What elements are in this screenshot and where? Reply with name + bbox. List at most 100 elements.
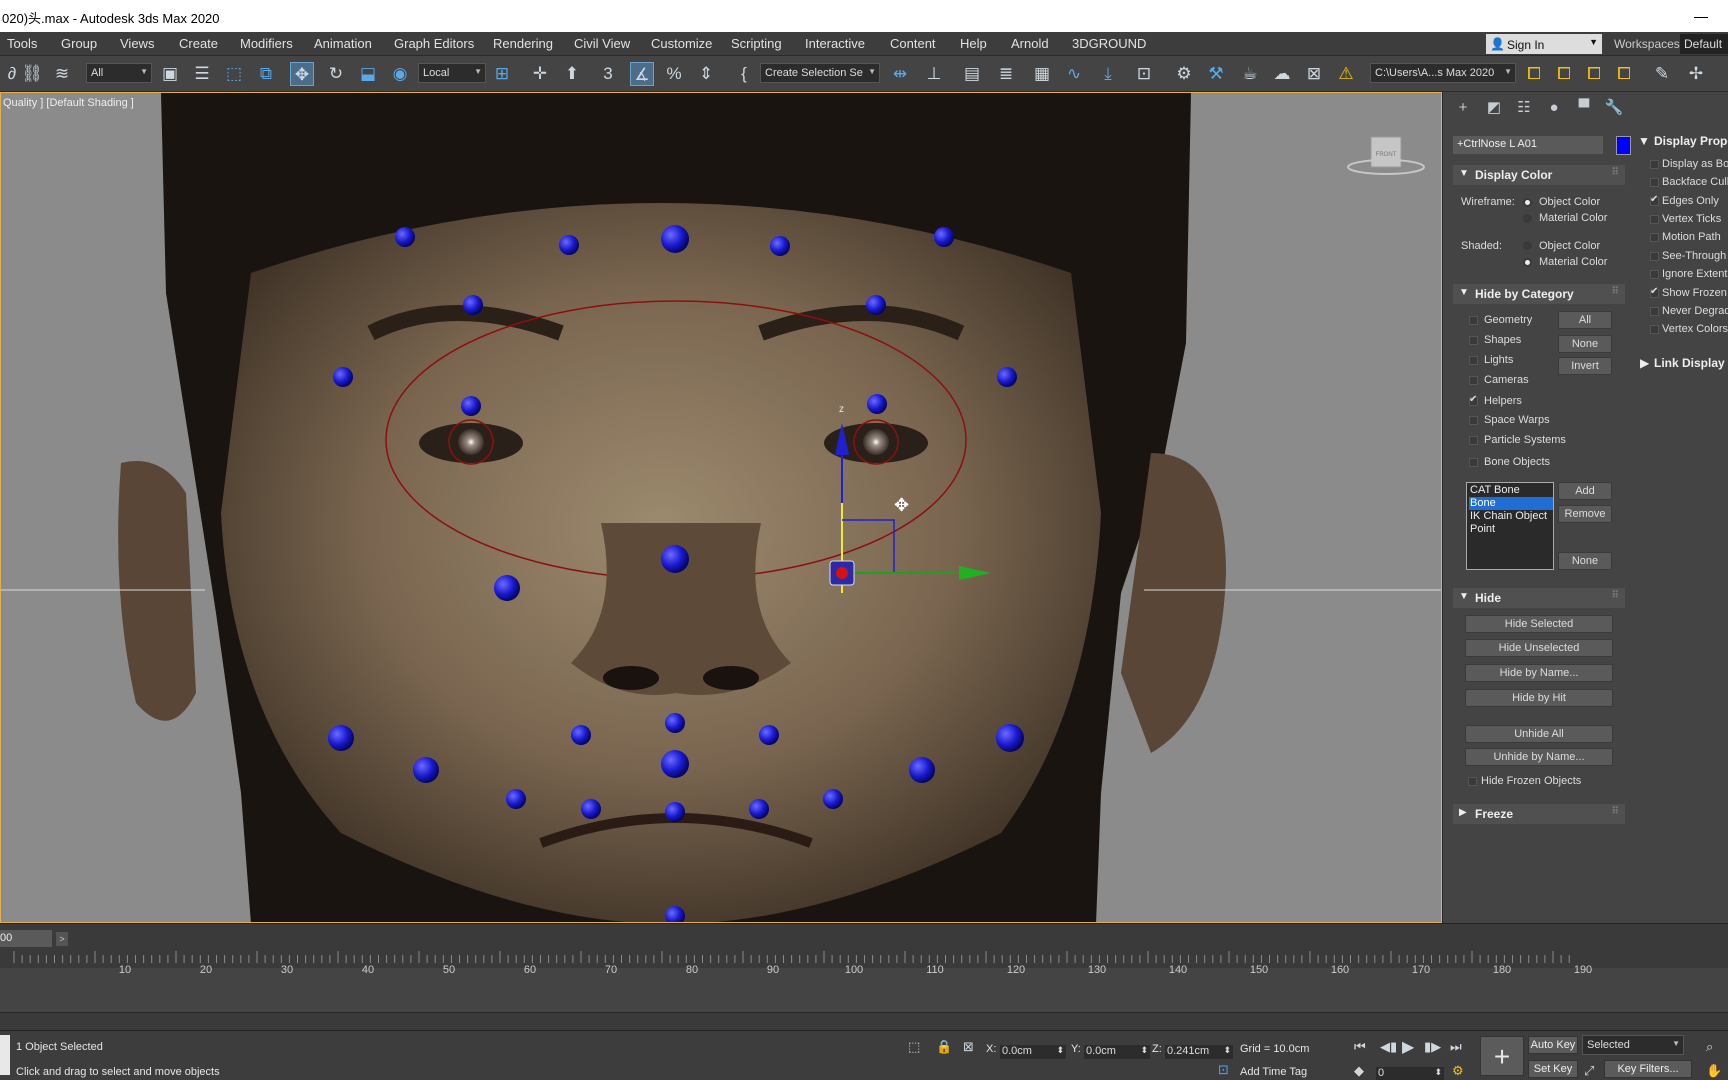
display-properties-title-arrow[interactable]: ▼: [1638, 134, 1650, 148]
minimize-button[interactable]: [1690, 6, 1710, 24]
ignore-extents-checkbox[interactable]: [1650, 270, 1659, 279]
shaded-object-color-radio[interactable]: [1523, 241, 1532, 250]
set-key-button[interactable]: Set Key: [1528, 1060, 1578, 1078]
menu-tools[interactable]: Tools: [7, 36, 37, 51]
control-point[interactable]: [494, 575, 520, 601]
menu-scripting[interactable]: Scripting: [731, 36, 782, 51]
control-point[interactable]: [665, 802, 685, 822]
menu-customize[interactable]: Customize: [651, 36, 712, 51]
time-slider[interactable]: 00: [0, 930, 52, 947]
create-project-icon[interactable]: ⧠: [1612, 62, 1636, 86]
backface-cull-checkbox[interactable]: [1650, 178, 1659, 187]
category-none-button[interactable]: None: [1558, 335, 1612, 353]
x-coordinate-field[interactable]: 0.0cm ⬍: [1000, 1045, 1066, 1059]
menu-graph-editors[interactable]: Graph Editors: [394, 36, 474, 51]
project-path-dropdown[interactable]: C:\Users\A...s Max 2020 ▼: [1370, 63, 1516, 83]
hide-frozen-objects-checkbox[interactable]: [1468, 777, 1477, 786]
set-key-plus-icon[interactable]: +: [1480, 1036, 1524, 1076]
display-properties-title[interactable]: Display Prope: [1654, 134, 1728, 148]
control-point[interactable]: [997, 367, 1017, 387]
create-tab-icon[interactable]: +: [1452, 98, 1474, 118]
control-point[interactable]: [463, 295, 483, 315]
link-display-rollout[interactable]: Link Display: [1654, 356, 1725, 370]
control-point[interactable]: [996, 724, 1024, 752]
menu-group[interactable]: Group: [61, 36, 97, 51]
keyboard-shortcut-override-icon[interactable]: ⬆: [560, 62, 584, 86]
menu-3dground[interactable]: 3DGROUND: [1072, 36, 1146, 51]
category-list-none-button[interactable]: None: [1558, 552, 1612, 570]
category-list-item[interactable]: Point: [1469, 523, 1553, 536]
hierarchy-tab-icon[interactable]: ☷: [1513, 98, 1535, 118]
hide-by-name-button[interactable]: Hide by Name...: [1465, 664, 1613, 682]
maxscript-listener-strip[interactable]: [0, 1035, 10, 1075]
pan-icon[interactable]: ✋: [1706, 1063, 1722, 1079]
time-slider-next-icon[interactable]: >: [56, 932, 68, 946]
control-point[interactable]: [749, 799, 769, 819]
selection-filter-dropdown[interactable]: All ▼: [86, 63, 152, 83]
select-and-rotate-icon[interactable]: ↻: [324, 62, 348, 86]
absolute-mode-icon[interactable]: ⊠: [963, 1039, 974, 1055]
wireframe-material-color-radio[interactable]: [1523, 214, 1532, 223]
go-to-start-icon[interactable]: ⏮: [1354, 1039, 1366, 1055]
category-helpers-checkbox[interactable]: [1469, 394, 1478, 406]
vertex-ticks-checkbox[interactable]: [1650, 215, 1659, 224]
control-point[interactable]: [661, 750, 689, 778]
utilities-tab-icon[interactable]: 🔧: [1603, 98, 1625, 118]
track-bar[interactable]: [0, 951, 1728, 991]
category-list-add-button[interactable]: Add: [1558, 482, 1612, 500]
workspace-dropdown[interactable]: Default: [1680, 34, 1728, 54]
render-region-icon[interactable]: ⊠: [1302, 62, 1326, 86]
hide-by-hit-button[interactable]: Hide by Hit: [1465, 689, 1613, 707]
control-point[interactable]: [506, 789, 526, 809]
display-as-box-checkbox[interactable]: [1650, 160, 1659, 169]
control-point[interactable]: [413, 757, 439, 783]
selection-lock-icon[interactable]: 🔒: [936, 1039, 952, 1055]
control-point[interactable]: [328, 725, 354, 751]
menu-interactive[interactable]: Interactive: [805, 36, 865, 51]
next-frame-icon[interactable]: ▮▶: [1424, 1039, 1441, 1055]
control-point[interactable]: [770, 236, 790, 256]
extra-tool-icon[interactable]: ✢: [1684, 62, 1708, 86]
category-list-item[interactable]: IK Chain Object: [1469, 510, 1553, 523]
category-space-warps-checkbox[interactable]: [1469, 416, 1478, 425]
play-icon[interactable]: ▶: [1402, 1037, 1414, 1057]
align-icon[interactable]: ⊥: [922, 62, 946, 86]
see-through-checkbox[interactable]: [1650, 252, 1659, 261]
select-and-move-icon[interactable]: ✥: [290, 62, 314, 86]
layer-explorer-icon[interactable]: ≣: [994, 62, 1018, 86]
time-configuration-icon[interactable]: ⚙: [1452, 1063, 1464, 1079]
category-list[interactable]: CAT Bone Bone IK Chain Object Point: [1466, 482, 1554, 570]
hide-by-category-rollout[interactable]: ▼ Hide by Category ⠿: [1453, 284, 1625, 304]
key-filters-button[interactable]: Key Filters...: [1604, 1060, 1692, 1078]
control-point[interactable]: [559, 235, 579, 255]
scene-explorer-icon[interactable]: ▤: [960, 62, 984, 86]
sign-in-dropdown[interactable]: 👤 Sign In ▼: [1486, 34, 1602, 54]
menu-create[interactable]: Create: [179, 36, 218, 51]
key-filter-icon[interactable]: ⤢: [1584, 1063, 1594, 1079]
bind-space-warp-icon[interactable]: ≋: [50, 62, 74, 86]
current-frame-field[interactable]: 0 ⬍: [1376, 1067, 1444, 1080]
unlink-icon[interactable]: ⛓: [20, 62, 44, 86]
motion-path-checkbox[interactable]: [1650, 233, 1659, 242]
category-shapes-checkbox[interactable]: [1469, 336, 1478, 345]
select-manipulate-icon[interactable]: ✛: [528, 62, 552, 86]
display-color-rollout[interactable]: ▼ Display Color ⠿: [1453, 165, 1625, 185]
percent-snap-icon[interactable]: %: [662, 62, 686, 86]
menu-views[interactable]: Views: [120, 36, 154, 51]
hide-unselected-button[interactable]: Hide Unselected: [1465, 639, 1613, 657]
curve-editor-icon[interactable]: ∿: [1062, 62, 1086, 86]
unhide-all-button[interactable]: Unhide All: [1465, 725, 1613, 743]
control-point[interactable]: [823, 789, 843, 809]
z-coordinate-field[interactable]: 0.241cm ⬍: [1165, 1045, 1233, 1059]
menu-civil-view[interactable]: Civil View: [574, 36, 630, 51]
control-point[interactable]: [333, 367, 353, 387]
category-list-item[interactable]: CAT Bone: [1469, 484, 1553, 497]
motion-tab-icon[interactable]: ●: [1543, 98, 1565, 118]
edges-only-checkbox[interactable]: [1650, 194, 1659, 206]
render-setup-icon[interactable]: ⚒: [1204, 62, 1228, 86]
go-to-end-icon[interactable]: ⏭: [1450, 1039, 1462, 1055]
control-point[interactable]: [581, 799, 601, 819]
freeze-rollout[interactable]: ▶ Freeze ⠿: [1453, 804, 1625, 824]
reference-coordinate-dropdown[interactable]: Local ▼: [418, 63, 486, 83]
add-time-tag[interactable]: Add Time Tag: [1240, 1066, 1307, 1078]
